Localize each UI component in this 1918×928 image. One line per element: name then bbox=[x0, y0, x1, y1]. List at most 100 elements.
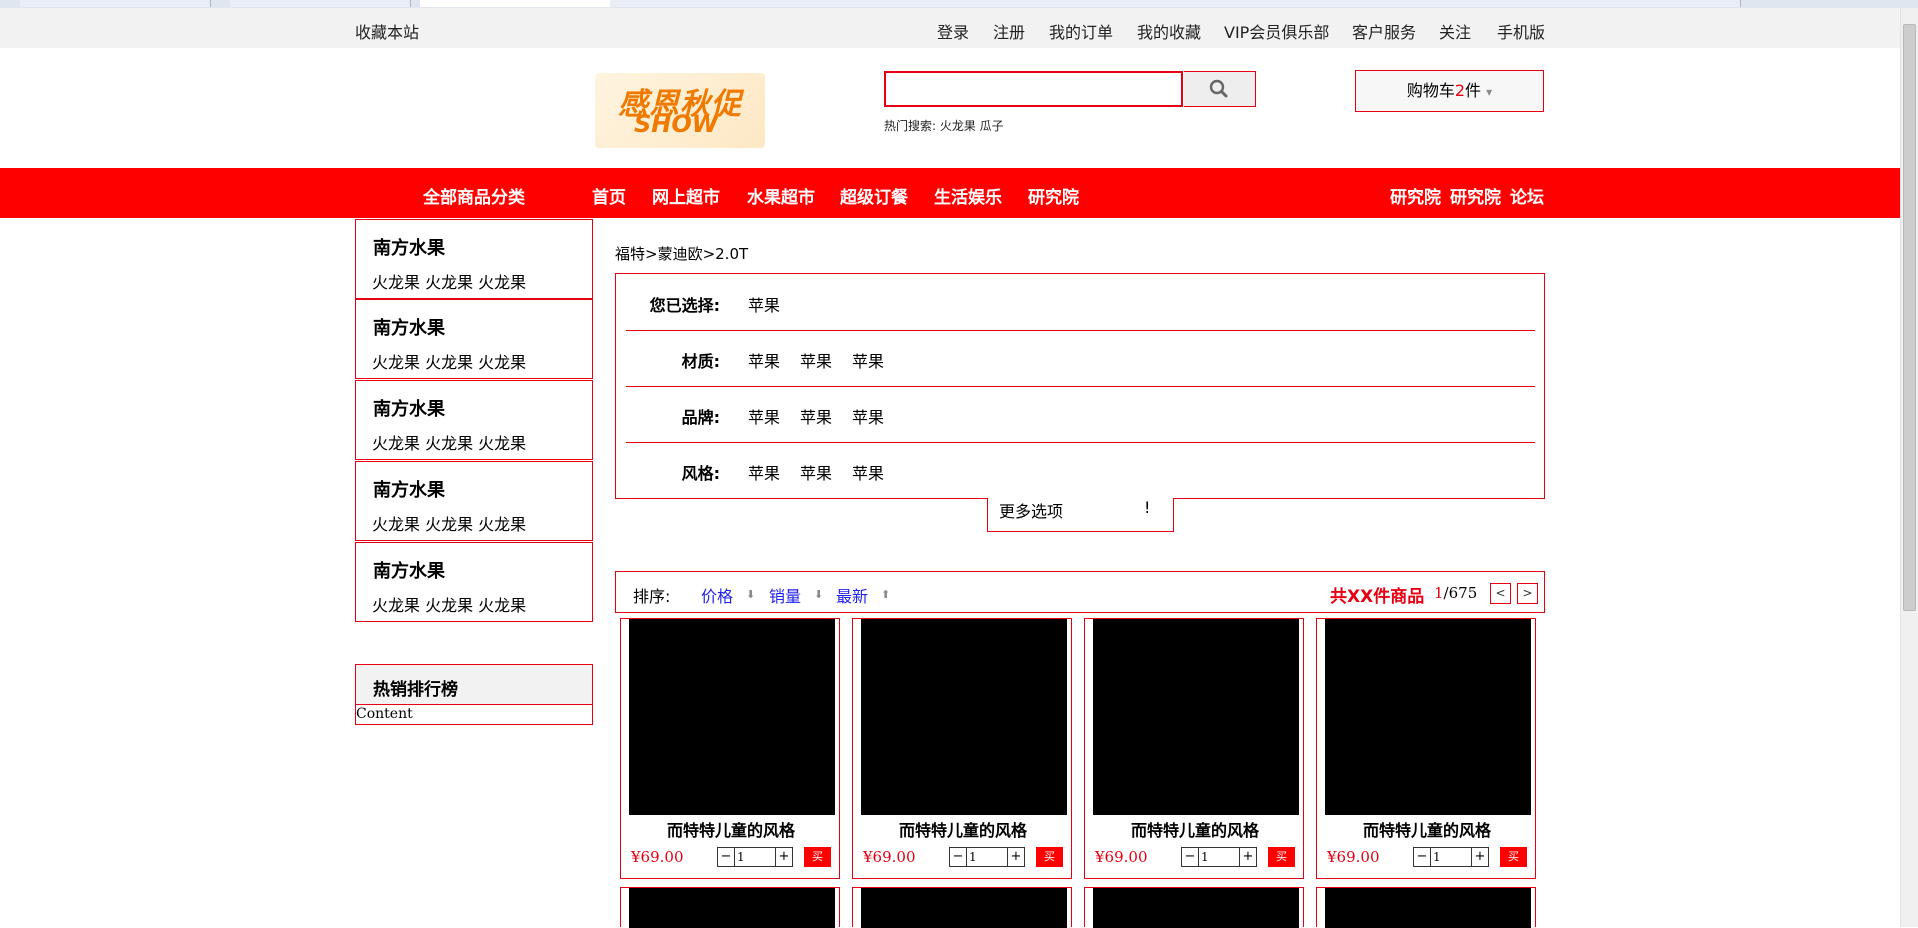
qty-minus-button[interactable]: − bbox=[1181, 847, 1199, 867]
category-title[interactable]: 南方水果 bbox=[373, 476, 445, 502]
nav-life-entertainment[interactable]: 生活娱乐 bbox=[934, 183, 1002, 208]
material-option[interactable]: 苹果 bbox=[800, 348, 832, 372]
next-page-button[interactable]: > bbox=[1517, 583, 1538, 604]
selected-value[interactable]: 苹果 bbox=[748, 292, 780, 316]
follow-link[interactable]: 关注 bbox=[1439, 19, 1471, 43]
brand-option[interactable]: 苹果 bbox=[748, 404, 780, 428]
sort-by-newest[interactable]: 最新 bbox=[836, 583, 868, 607]
my-favorites-link[interactable]: 我的收藏 bbox=[1137, 19, 1201, 43]
product-image[interactable] bbox=[1325, 619, 1531, 815]
all-categories-link[interactable]: 全部商品分类 bbox=[423, 183, 525, 208]
sort-by-sales[interactable]: 销量 bbox=[769, 583, 801, 607]
category-items[interactable]: 火龙果 火龙果 火龙果 bbox=[372, 511, 526, 535]
qty-input[interactable]: 1 bbox=[966, 847, 1008, 867]
material-option[interactable]: 苹果 bbox=[852, 348, 884, 372]
category-block[interactable]: 南方水果 火龙果 火龙果 火龙果 bbox=[355, 219, 593, 299]
product-image[interactable] bbox=[629, 888, 835, 928]
category-title[interactable]: 南方水果 bbox=[373, 314, 445, 340]
my-orders-link[interactable]: 我的订单 bbox=[1049, 19, 1113, 43]
category-items[interactable]: 火龙果 火龙果 火龙果 bbox=[372, 349, 526, 373]
category-title[interactable]: 南方水果 bbox=[373, 395, 445, 421]
product-card[interactable]: 而特特儿童的风格 ¥69.00 − 1 + 买 bbox=[620, 618, 840, 879]
product-card[interactable] bbox=[852, 887, 1072, 928]
material-option[interactable]: 苹果 bbox=[748, 348, 780, 372]
vip-club-link[interactable]: VIP会员俱乐部 bbox=[1224, 19, 1329, 43]
qty-minus-button[interactable]: − bbox=[1413, 847, 1431, 867]
product-image[interactable] bbox=[629, 619, 835, 815]
browser-tab[interactable] bbox=[800, 0, 981, 7]
nav-fruit-market[interactable]: 水果超市 bbox=[747, 183, 815, 208]
qty-plus-button[interactable]: + bbox=[775, 847, 793, 867]
product-card[interactable] bbox=[1084, 887, 1304, 928]
buy-button[interactable]: 买 bbox=[1500, 847, 1527, 867]
mobile-link[interactable]: 手机版 bbox=[1497, 19, 1545, 43]
product-card[interactable] bbox=[620, 887, 840, 928]
product-card[interactable]: 而特特儿童的风格 ¥69.00 − 1 + 买 bbox=[1316, 618, 1536, 879]
style-option[interactable]: 苹果 bbox=[852, 460, 884, 484]
product-image[interactable] bbox=[1093, 888, 1299, 928]
product-image[interactable] bbox=[861, 619, 1067, 815]
browser-tab[interactable] bbox=[230, 0, 411, 7]
qty-input[interactable]: 1 bbox=[734, 847, 776, 867]
product-card[interactable]: 而特特儿童的风格 ¥69.00 − 1 + 买 bbox=[852, 618, 1072, 879]
product-image[interactable] bbox=[1325, 888, 1531, 928]
product-card[interactable] bbox=[1316, 887, 1536, 928]
browser-tab[interactable] bbox=[610, 0, 801, 7]
qty-minus-button[interactable]: − bbox=[717, 847, 735, 867]
nav-forum[interactable]: 论坛 bbox=[1510, 183, 1544, 208]
buy-button[interactable]: 买 bbox=[1268, 847, 1295, 867]
breadcrumb[interactable]: 福特>蒙迪欧>2.0T bbox=[615, 243, 748, 264]
browser-tab[interactable] bbox=[980, 0, 1171, 7]
category-title[interactable]: 南方水果 bbox=[373, 234, 445, 260]
category-title[interactable]: 南方水果 bbox=[373, 557, 445, 583]
nav-research-right-1[interactable]: 研究院 bbox=[1390, 183, 1441, 208]
cart-button[interactable]: 购物车2件 ▾ bbox=[1355, 70, 1544, 112]
login-link[interactable]: 登录 bbox=[937, 19, 969, 43]
product-name[interactable]: 而特特儿童的风格 bbox=[1317, 817, 1537, 841]
qty-plus-button[interactable]: + bbox=[1471, 847, 1489, 867]
sort-by-price[interactable]: 价格 bbox=[701, 583, 733, 607]
nav-super-order[interactable]: 超级订餐 bbox=[840, 183, 908, 208]
category-block[interactable]: 南方水果 火龙果 火龙果 火龙果 bbox=[355, 542, 593, 622]
product-image[interactable] bbox=[861, 888, 1067, 928]
category-items[interactable]: 火龙果 火龙果 火龙果 bbox=[372, 269, 526, 293]
register-link[interactable]: 注册 bbox=[993, 19, 1025, 43]
nav-home[interactable]: 首页 bbox=[592, 183, 626, 208]
category-block[interactable]: 南方水果 火龙果 火龙果 火龙果 bbox=[355, 461, 593, 541]
product-image[interactable] bbox=[1093, 619, 1299, 815]
scrollbar-thumb[interactable] bbox=[1903, 24, 1916, 611]
category-items[interactable]: 火龙果 火龙果 火龙果 bbox=[372, 592, 526, 616]
brand-option[interactable]: 苹果 bbox=[800, 404, 832, 428]
bookmark-link[interactable]: 收藏本站 bbox=[355, 19, 419, 43]
nav-online-market[interactable]: 网上超市 bbox=[652, 183, 720, 208]
qty-plus-button[interactable]: + bbox=[1239, 847, 1257, 867]
search-button[interactable] bbox=[1184, 71, 1256, 107]
browser-tab[interactable] bbox=[1170, 0, 1361, 7]
product-name[interactable]: 而特特儿童的风格 bbox=[853, 817, 1073, 841]
prev-page-button[interactable]: < bbox=[1490, 583, 1511, 604]
product-name[interactable]: 而特特儿童的风格 bbox=[1085, 817, 1305, 841]
browser-tab[interactable] bbox=[20, 0, 211, 7]
buy-button[interactable]: 买 bbox=[804, 847, 831, 867]
style-option[interactable]: 苹果 bbox=[748, 460, 780, 484]
customer-service-link[interactable]: 客户服务 bbox=[1352, 19, 1416, 43]
qty-input[interactable]: 1 bbox=[1430, 847, 1472, 867]
nav-research[interactable]: 研究院 bbox=[1028, 183, 1079, 208]
product-name[interactable]: 而特特儿童的风格 bbox=[621, 817, 841, 841]
nav-research-right-2[interactable]: 研究院 bbox=[1450, 183, 1501, 208]
category-items[interactable]: 火龙果 火龙果 火龙果 bbox=[372, 430, 526, 454]
browser-tab-active[interactable] bbox=[420, 0, 611, 7]
buy-button[interactable]: 买 bbox=[1036, 847, 1063, 867]
browser-tab[interactable] bbox=[1360, 0, 1551, 7]
qty-minus-button[interactable]: − bbox=[949, 847, 967, 867]
search-input[interactable] bbox=[884, 71, 1183, 107]
more-options-label[interactable]: 更多选项 bbox=[999, 498, 1063, 522]
browser-tab[interactable] bbox=[1550, 0, 1741, 7]
category-block[interactable]: 南方水果 火龙果 火龙果 火龙果 bbox=[355, 380, 593, 460]
brand-option[interactable]: 苹果 bbox=[852, 404, 884, 428]
category-block[interactable]: 南方水果 火龙果 火龙果 火龙果 bbox=[355, 299, 593, 379]
style-option[interactable]: 苹果 bbox=[800, 460, 832, 484]
qty-plus-button[interactable]: + bbox=[1007, 847, 1025, 867]
product-card[interactable]: 而特特儿童的风格 ¥69.00 − 1 + 买 bbox=[1084, 618, 1304, 879]
qty-input[interactable]: 1 bbox=[1198, 847, 1240, 867]
